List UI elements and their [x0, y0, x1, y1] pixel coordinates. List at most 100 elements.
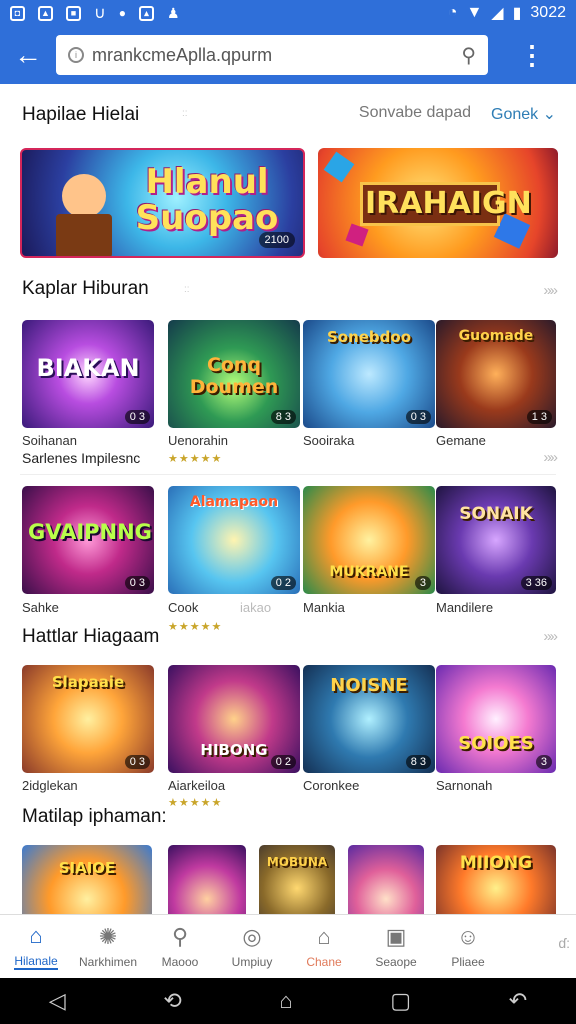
- android-icon: ♟: [166, 4, 180, 21]
- game-tile[interactable]: Alamapaon 0 2: [168, 486, 300, 594]
- nav-item-search[interactable]: ⚲ Maooo: [144, 915, 216, 979]
- compass-icon: ✺: [98, 924, 118, 949]
- nav-item-store[interactable]: ⌂ Chane: [288, 915, 360, 979]
- game-tile[interactable]: SOIOES 3: [436, 665, 556, 773]
- tile-badge: 1 3: [526, 410, 552, 424]
- header-links: Sonvabe dapad Gonek ⌄: [359, 104, 556, 124]
- nav-label: Narkhimen: [78, 955, 138, 969]
- tile-art-text: MIIONG: [459, 853, 533, 873]
- banner-title: IRAHAIGN: [360, 182, 532, 226]
- tile-art-text: SOIOES: [458, 733, 534, 754]
- system-navigation-bar: ◁ ⟲ ⌂ ▢ ↶: [0, 978, 576, 1024]
- tile-art-text: SONAIK: [459, 504, 533, 524]
- tile-label: Mandilere: [436, 600, 494, 615]
- banner-title: Hlanul Suopao: [135, 162, 279, 238]
- nav-label: Maooo: [161, 955, 199, 969]
- nav-label: Umpiuy: [231, 955, 273, 969]
- url-text: mrankcmeAplla.qpurm: [92, 44, 273, 65]
- info-icon: i: [68, 47, 84, 63]
- header-link-secondary[interactable]: Sonvabe dapad: [359, 104, 471, 124]
- recents-icon[interactable]: ▢: [390, 988, 411, 1014]
- profile-icon: ☺: [456, 924, 480, 949]
- section-more-2[interactable]: »»: [543, 628, 558, 645]
- title-dot: ::: [182, 108, 188, 119]
- divider: [20, 474, 556, 475]
- tile-badge: 0 3: [124, 576, 150, 590]
- undo-icon[interactable]: ↶: [509, 988, 527, 1014]
- nav-item-games[interactable]: ▣ Seaope: [360, 915, 432, 979]
- chevron-down-icon: ⌄: [542, 106, 556, 123]
- home-pill-icon[interactable]: ⌂: [279, 988, 292, 1014]
- gallery-icon: ▲: [38, 5, 53, 21]
- tile-label: Uenorahin: [168, 433, 228, 448]
- clock-icon: ◔: [447, 4, 458, 21]
- game-tile[interactable]: HIBONG 0 2: [168, 665, 300, 773]
- nav-item-profile[interactable]: ☺ Pliaee: [432, 915, 504, 979]
- search-icon[interactable]: ⚲: [461, 43, 476, 68]
- section-more-1[interactable]: »»: [543, 282, 558, 299]
- section-title-3: Matilap iphaman:: [22, 806, 167, 827]
- tile-badge: 8 3: [270, 410, 296, 424]
- nav-label: Hilanale: [14, 954, 58, 970]
- nav-item-discover[interactable]: ✺ Narkhimen: [72, 915, 144, 979]
- game-tile[interactable]: BIAKAN 0 3: [22, 320, 154, 428]
- section-more[interactable]: »»: [543, 449, 558, 466]
- tile-badge: 0 2: [270, 576, 296, 590]
- banner-gem-1: [323, 151, 355, 183]
- image-icon: ▴: [138, 5, 154, 21]
- tile-label: Soihanan: [22, 433, 77, 448]
- banner-gem-2: [345, 223, 369, 247]
- tile-label-extra: iakao: [240, 600, 272, 615]
- section-title-1: Kaplar Hiburan: [22, 278, 149, 299]
- game-tile[interactable]: Slapaaie 0 3: [22, 665, 154, 773]
- system-icons: ◔ ▼ ◢ ▮ 3022: [448, 3, 566, 23]
- game-tile[interactable]: SONAIK 3 36: [436, 486, 556, 594]
- tile-label: Mankia: [303, 600, 345, 615]
- tile-art-text: MOBUNA: [266, 855, 328, 869]
- back-button[interactable]: ←: [0, 26, 56, 84]
- nav-item-media[interactable]: ◎ Umpiuy: [216, 915, 288, 979]
- tile-art-text: SIAIOE: [58, 859, 116, 877]
- tile-badge: 3 36: [520, 576, 552, 590]
- nav-item-home[interactable]: ⌂ Hilanale: [0, 915, 72, 979]
- featured-banner-2[interactable]: IRAHAIGN: [318, 148, 558, 258]
- app-screen: ◘ ▲ ■ ∪ ● ▴ ♟ ◔ ▼ ◢ ▮ 3022 ← i mrankcmeA…: [0, 0, 576, 1024]
- wifi-icon: ▼: [466, 4, 483, 21]
- tile-art-text: GVAIPNNG: [28, 520, 152, 544]
- tile-art-text: Sonebdoo: [326, 328, 412, 346]
- browser-toolbar: ← i mrankcmeAplla.qpurm ⚲ ⋮: [0, 26, 576, 84]
- more-vert-icon: ⋮: [519, 39, 545, 70]
- game-tile[interactable]: GVAIPNNG 0 3: [22, 486, 154, 594]
- battery-icon: ▮: [512, 5, 522, 22]
- back-arrow-icon: ←: [14, 39, 42, 70]
- tile-badge: 8 3: [405, 755, 431, 769]
- banner-character: [62, 174, 106, 218]
- rating-stars: ★★★★★: [168, 797, 223, 809]
- status-time: 3022: [530, 4, 566, 21]
- address-bar[interactable]: i mrankcmeAplla.qpurm ⚲: [56, 35, 488, 75]
- rotate-icon[interactable]: ⟲: [163, 988, 181, 1014]
- back-triangle-icon[interactable]: ◁: [49, 988, 66, 1014]
- game-tile[interactable]: Guomade 1 3: [436, 320, 556, 428]
- search-icon: ⚲: [171, 924, 189, 949]
- tile-badge: 0 2: [270, 755, 296, 769]
- header-link-dropdown[interactable]: Gonek ⌄: [491, 104, 556, 124]
- featured-banner-1[interactable]: Hlanul Suopao 2100: [20, 148, 305, 258]
- game-tile[interactable]: NOISNE 8 3: [303, 665, 435, 773]
- tile-badge: 3: [535, 755, 552, 769]
- banner-badge: 2100: [258, 232, 295, 248]
- game-tile[interactable]: MUKRANE 3: [303, 486, 435, 594]
- nav-label: Seaope: [375, 955, 417, 969]
- game-tile[interactable]: Sonebdoo 0 3: [303, 320, 435, 428]
- tile-label: Cook: [168, 600, 199, 615]
- bottom-navigation: ⌂ Hilanale ✺ Narkhimen ⚲ Maooo ◎ Umpiuy …: [0, 914, 576, 978]
- notification-icon: ◘: [10, 5, 25, 21]
- nav-label: Chane: [306, 955, 342, 969]
- game-tile[interactable]: Conq Doumen 8 3: [168, 320, 300, 428]
- dot-icon: ●: [118, 6, 126, 20]
- section-title-2: Hattlar Hiagaam: [22, 626, 160, 647]
- home-icon: ⌂: [29, 923, 43, 948]
- overflow-menu-button[interactable]: ⋮: [488, 26, 576, 84]
- tile-label: Gemane: [436, 433, 486, 448]
- nav-overflow[interactable]: ɗ:: [558, 935, 570, 951]
